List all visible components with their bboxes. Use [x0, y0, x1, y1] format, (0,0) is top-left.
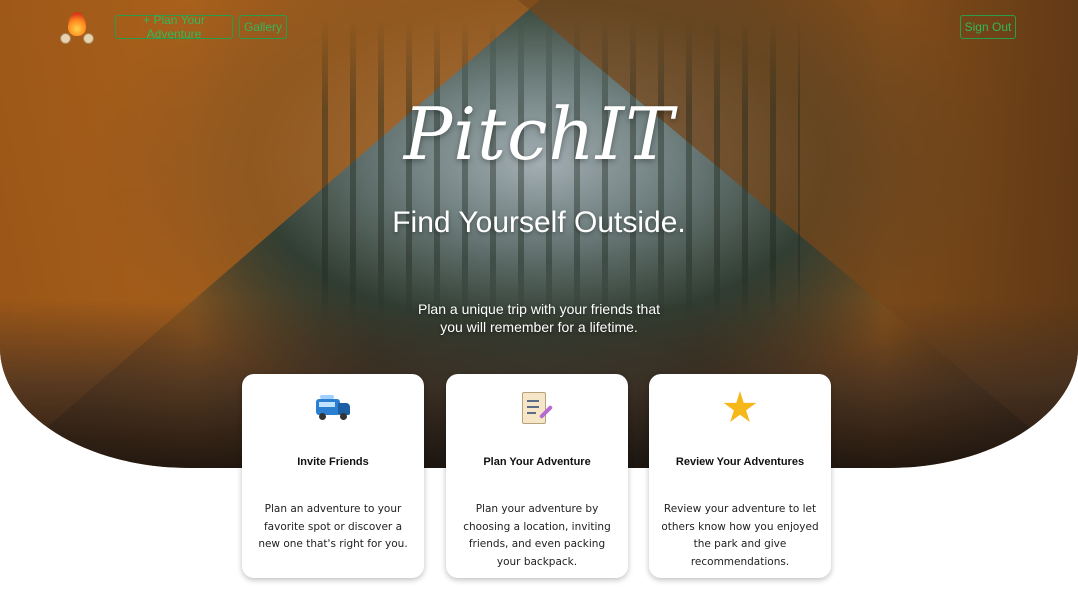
campfire-logo-icon[interactable] [58, 8, 96, 46]
star-icon [649, 388, 831, 428]
plan-adventure-button[interactable]: + Plan Your Adventure [115, 13, 233, 41]
brand-title: PitchIT [403, 92, 675, 176]
card-description: Plan your adventure by choosing a locati… [463, 503, 611, 568]
sign-out-button[interactable]: Sign Out [960, 15, 1016, 39]
flame-icon [68, 12, 86, 36]
feature-card-invite-friends: Invite Friends Plan an adventure to your… [242, 374, 424, 578]
card-title: Plan Your Adventure [483, 456, 591, 468]
card-description: Review your adventure to let others know… [661, 503, 819, 568]
card-description: Plan an adventure to your favorite spot … [258, 503, 408, 550]
gallery-button[interactable]: Gallery [239, 15, 287, 39]
feature-card-review-adventures: Review Your Adventures Review your adven… [649, 374, 831, 578]
hero-tagline: Find Yourself Outside. [392, 206, 686, 239]
feature-card-plan-adventure: Plan Your Adventure Plan your adventure … [446, 374, 628, 578]
log-icon [60, 33, 71, 44]
log-icon [83, 33, 94, 44]
camper-van-icon [242, 388, 424, 428]
card-title: Review Your Adventures [675, 456, 805, 468]
card-title: Invite Friends [297, 456, 369, 468]
hero-subtitle: Plan a unique trip with your friends tha… [417, 301, 661, 335]
clipboard-checklist-icon [446, 388, 628, 428]
